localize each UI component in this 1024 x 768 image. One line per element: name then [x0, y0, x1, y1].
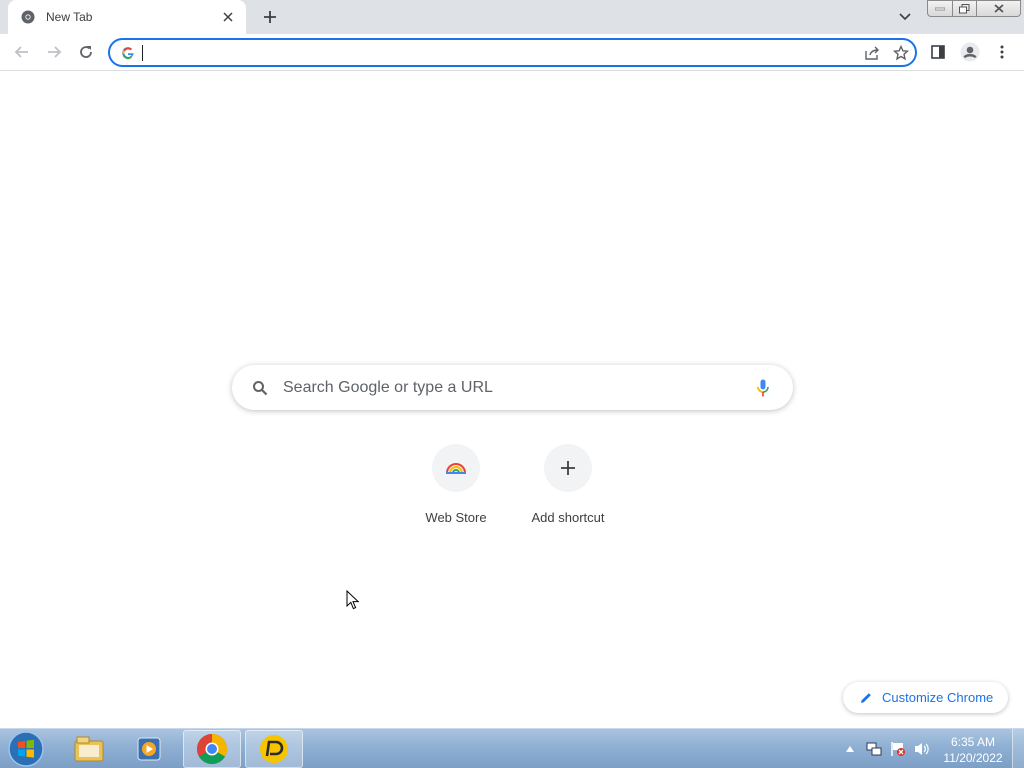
- shortcut-add[interactable]: Add shortcut: [512, 444, 624, 525]
- network-icon[interactable]: [864, 739, 884, 759]
- back-button[interactable]: [8, 38, 36, 66]
- chrome-icon: [196, 734, 228, 765]
- minimize-button[interactable]: [927, 0, 953, 17]
- menu-button[interactable]: [988, 38, 1016, 66]
- plus-icon: [561, 461, 575, 475]
- window-close-button[interactable]: [977, 0, 1021, 17]
- kebab-menu-icon: [1000, 45, 1004, 59]
- minimize-icon: [935, 7, 945, 10]
- omnibox[interactable]: [108, 38, 917, 67]
- share-icon[interactable]: [859, 41, 887, 65]
- media-player-icon: [137, 737, 161, 761]
- reload-icon: [80, 46, 92, 58]
- side-panel-icon: [931, 45, 945, 59]
- back-arrow-icon: [14, 46, 28, 58]
- tab-search-button[interactable]: [894, 6, 916, 28]
- web-store-icon: [446, 463, 466, 474]
- pencil-icon: [861, 692, 871, 703]
- microphone-icon[interactable]: [751, 376, 775, 400]
- profile-button[interactable]: [956, 38, 984, 66]
- taskbar-explorer[interactable]: [60, 730, 118, 768]
- show-desktop-button[interactable]: [1012, 729, 1024, 768]
- restore-button[interactable]: [953, 0, 977, 17]
- chevron-down-icon: [899, 13, 911, 21]
- shortcut-label: Web Store: [425, 510, 487, 525]
- taskbar-anydesk[interactable]: [245, 730, 303, 768]
- mouse-cursor-icon: [346, 590, 360, 610]
- plus-icon: [264, 11, 276, 23]
- browser-toolbar: [0, 34, 1024, 71]
- close-icon[interactable]: [220, 9, 236, 25]
- system-tray: [840, 729, 936, 768]
- google-g-icon: [120, 45, 136, 61]
- address-input[interactable]: [149, 41, 859, 64]
- windows-logo-icon: [8, 731, 44, 767]
- new-tab-button[interactable]: [258, 5, 282, 29]
- forward-arrow-icon: [48, 46, 62, 58]
- clock-time: 6:35 AM: [950, 735, 996, 749]
- anydesk-icon: [260, 735, 288, 763]
- tab-new-tab[interactable]: New Tab: [8, 0, 246, 34]
- chevron-up-icon[interactable]: [840, 739, 860, 759]
- shortcut-label: Add shortcut: [531, 510, 605, 525]
- clock-date: 11/20/2022: [943, 751, 1003, 765]
- profile-icon: [960, 42, 980, 62]
- star-icon[interactable]: [887, 41, 915, 65]
- shortcut-tile: [432, 444, 480, 492]
- side-panel-button[interactable]: [924, 38, 952, 66]
- chrome-icon: [20, 9, 36, 25]
- shortcut-web-store[interactable]: Web Store: [400, 444, 512, 525]
- text-caret: [142, 44, 143, 61]
- volume-icon[interactable]: [912, 739, 932, 759]
- window-controls: [927, 0, 1021, 18]
- windows-explorer-icon: [74, 736, 104, 762]
- tab-title: New Tab: [46, 10, 93, 24]
- customize-chrome-button[interactable]: Customize Chrome: [843, 682, 1008, 713]
- ntp-search-placeholder: Search Google or type a URL: [283, 378, 493, 396]
- tab-strip: New Tab: [0, 0, 1024, 34]
- customize-label: Customize Chrome: [882, 690, 994, 705]
- taskbar-clock[interactable]: 6:35 AM 11/20/2022: [936, 734, 1010, 766]
- shortcut-tile: [544, 444, 592, 492]
- search-icon: [250, 378, 270, 398]
- forward-button[interactable]: [40, 38, 68, 66]
- taskbar-chrome[interactable]: [183, 730, 241, 768]
- ntp-search-box[interactable]: Search Google or type a URL: [232, 365, 793, 410]
- action-center-flag-icon[interactable]: [888, 739, 908, 759]
- start-button[interactable]: [4, 730, 48, 768]
- restore-icon: [959, 3, 970, 13]
- taskbar: 6:35 AM 11/20/2022: [0, 728, 1024, 768]
- taskbar-media-player[interactable]: [120, 730, 178, 768]
- close-icon: [993, 4, 1004, 13]
- reload-button[interactable]: [72, 38, 100, 66]
